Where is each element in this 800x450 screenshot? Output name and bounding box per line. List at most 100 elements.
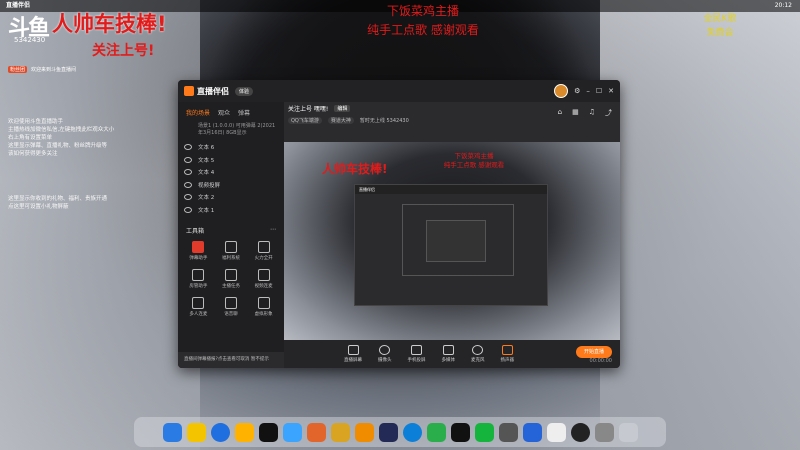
close-icon[interactable]: ✕ [608,87,614,95]
source-label: 文本 1 [198,207,215,214]
ppt-icon[interactable] [306,422,326,442]
fire-icon [257,241,270,253]
source-item[interactable]: 文本 6 [178,141,284,154]
genshin-icon[interactable] [498,422,518,442]
tool-multi-link[interactable]: 多人连麦 [182,297,215,317]
camera-button[interactable]: 摄像头 [378,345,392,363]
subcategory-tag[interactable]: 赛道大神 [327,116,354,124]
recursive-logo: 直播伴侣 [355,185,547,194]
recursive-preview-window-3 [426,220,486,262]
tool-room-admin[interactable]: 房管助手 [182,269,215,289]
tab-danmaku[interactable]: 弹幕 [238,108,250,117]
live-timer: 00:00:00 [589,358,612,364]
settings-icon[interactable]: ⚙ [574,87,580,95]
folder-icon[interactable] [282,422,302,442]
sidebar-notice[interactable]: 直播间弹幕播报?点击查看可取消 暂不提示 [178,352,290,368]
tool-label: 弹幕助手 [189,256,208,261]
note-line: 该如何获得更多关注 [8,151,58,157]
speaker-button[interactable]: 扬声器 [500,345,515,363]
shop-icon[interactable]: ▦ [572,108,579,118]
eye-icon[interactable] [184,156,192,163]
toolbox-title: 工具箱 [186,228,205,235]
category-tag[interactable]: QQ飞车端游 [288,116,322,124]
clock-icon[interactable] [570,422,590,442]
circle-app-icon[interactable] [258,422,278,442]
preview-caption-line: 纯手工点歌 感谢观看 [443,161,505,169]
phone-cast-button[interactable]: 手机投屏 [408,345,426,363]
source-item[interactable]: 文本 2 [178,191,284,204]
qq-music-icon[interactable] [186,422,206,442]
tab-scenes[interactable]: 我的场景 [186,108,210,117]
eye-icon[interactable] [184,181,192,188]
source-item[interactable]: 文本 1 [178,204,284,217]
tool-task[interactable]: 主播任务 [215,269,248,289]
phone-icon [411,345,422,355]
source-item[interactable]: 文本 5 [178,154,284,167]
share-icon[interactable]: ⤴ [605,108,612,118]
tab-audience[interactable]: 观众 [218,108,230,117]
source-label: 文本 4 [198,170,215,177]
notes-panel-2: 这里显示你收到的礼物、福利、贵族开通 点这里可设置小礼物屏蔽 [8,195,138,211]
version-pill[interactable]: 体验 [235,86,254,96]
room-title[interactable]: 关注上号 嘿嘿! [288,104,328,113]
start-live-button[interactable]: 开始直播 [576,346,612,358]
minimize-icon[interactable]: – [586,87,590,95]
taobao-icon[interactable] [234,422,254,442]
avatar[interactable] [554,84,569,98]
eye-icon[interactable] [184,206,192,213]
wechat-icon[interactable] [426,422,446,442]
edge-icon[interactable] [402,422,422,442]
gift-icon[interactable]: ⌂ [558,108,562,118]
screen-capture-button[interactable]: 直播屏幕 [344,345,362,363]
more-icon[interactable]: ⋯ [270,226,276,235]
note-line: 主播热线加微信私信,左键拖拽此栏观众大小 [8,127,115,133]
tool-label: 扬声器 [500,358,515,363]
microphone-button[interactable]: 麦克风 [471,345,485,363]
eye-icon[interactable] [184,169,192,176]
edit-button[interactable]: 编辑 [334,104,351,112]
source-item[interactable]: 文本 4 [178,166,284,179]
tool-video-link[interactable]: 视频连麦 [247,269,280,289]
tool-label: 福利系统 [221,256,240,261]
center-line-2: 纯手工点歌 感谢观看 [367,23,479,37]
center-caption: 下饭菜鸡主播 纯手工点歌 感谢观看 [358,2,488,40]
window-controls: ⚙ – ☐ ✕ [554,84,614,98]
source-item[interactable]: 视频投屏 [178,179,284,192]
fox-icon[interactable] [330,422,350,442]
ink-icon[interactable] [354,422,374,442]
qq-icon[interactable] [450,422,470,442]
logo-text: 直播伴侣 [197,86,229,96]
media-button[interactable]: 多媒体 [442,345,455,363]
eye-icon[interactable] [184,194,192,201]
rocket-icon[interactable] [522,422,542,442]
settings-app-icon[interactable] [594,422,614,442]
calendar-icon[interactable] [546,422,566,442]
tool-welfare[interactable]: 福利系统 [215,241,248,261]
tool-avatar[interactable]: 虚拟形象 [247,297,280,317]
maximize-icon[interactable]: ☐ [596,87,602,95]
tool-label: 主播任务 [221,284,240,289]
iqiyi-icon[interactable] [474,422,494,442]
danmaku-icon [192,241,205,253]
trash-icon[interactable] [618,422,638,442]
desktop-icon[interactable] [162,422,182,442]
app-k-icon[interactable] [210,422,230,442]
note-line: 这里显示你收到的礼物、福利、贵族开通 [8,196,108,202]
fan-badge: 粉丝团 [8,66,28,73]
tool-label: 视频连麦 [254,284,273,289]
monitor-icon [347,345,359,355]
speaker-icon [501,345,513,355]
tool-voice[interactable]: 语音聊 [215,297,248,317]
source-toolbar: 直播屏幕 摄像头 手机投屏 多媒体 麦克风 扬声器 [284,340,620,368]
tool-label: 虚拟形象 [254,312,273,317]
clock[interactable]: 20:12 [775,0,792,12]
steam-icon[interactable] [378,422,398,442]
bell-icon[interactable]: ♫ [589,108,595,118]
stream-preview[interactable]: 人帅车技棒! 下饭菜鸡主播 纯手工点歌 感谢观看 直播伴侣 [284,142,620,340]
eye-icon[interactable] [184,144,192,151]
tool-fire[interactable]: 火力全开 [247,241,280,261]
right-caption: 全民K歌 免费会 [680,12,760,40]
app-window: 直播伴侣 体验 ⚙ – ☐ ✕ 我的场景 观众 弹幕 场景1 (1.0.0.0)… [178,80,620,368]
chat-icon [224,297,237,309]
tool-danmaku[interactable]: 弹幕助手 [182,241,215,261]
